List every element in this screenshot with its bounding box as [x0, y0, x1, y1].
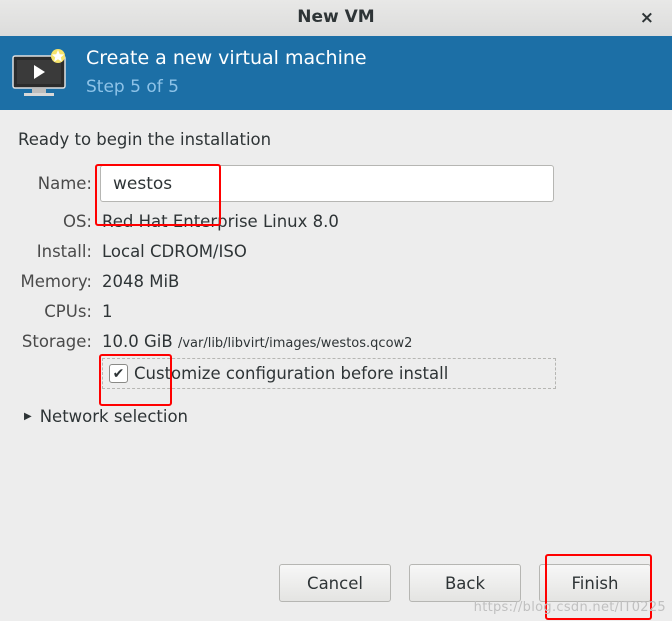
- cancel-button[interactable]: Cancel: [279, 564, 391, 602]
- summary-heading: Ready to begin the installation: [18, 130, 272, 149]
- cpus-label: CPUs:: [44, 302, 92, 321]
- cpus-value: 1: [102, 302, 113, 321]
- storage-path: /var/lib/libvirt/images/westos.qcow2: [177, 336, 413, 351]
- watermark: https://blog.csdn.net/IT0225: [473, 600, 666, 615]
- window-titlebar: New VM ×: [0, 0, 672, 37]
- banner-step: Step 5 of 5: [86, 77, 179, 97]
- storage-size: 10.0 GiB: [102, 332, 173, 351]
- name-field[interactable]: [100, 165, 554, 202]
- name-label: Name:: [37, 174, 92, 193]
- customize-checkbox[interactable]: ✔: [109, 364, 128, 383]
- checkmark-icon: ✔: [112, 365, 125, 382]
- customize-checkbox-row[interactable]: ✔ Customize configuration before install: [102, 358, 556, 389]
- back-button[interactable]: Back: [409, 564, 521, 602]
- close-icon[interactable]: ×: [640, 8, 654, 28]
- network-selection-label: Network selection: [39, 407, 189, 426]
- os-value: Red Hat Enterprise Linux 8.0: [102, 212, 339, 231]
- summary-panel: Ready to begin the installation Name: OS…: [0, 110, 672, 621]
- wizard-banner: Create a new virtual machine Step 5 of 5: [0, 36, 672, 110]
- install-label: Install:: [36, 242, 92, 261]
- os-label: OS:: [62, 212, 92, 231]
- window-title: New VM: [297, 7, 375, 27]
- install-value: Local CDROM/ISO: [102, 242, 247, 261]
- storage-label: Storage:: [21, 332, 92, 351]
- customize-label: Customize configuration before install: [134, 364, 449, 383]
- storage-value: 10.0 GiB /var/lib/libvirt/images/westos.…: [102, 332, 412, 351]
- expand-triangle-icon: ▶: [24, 411, 32, 422]
- memory-label: Memory:: [20, 272, 92, 291]
- virtual-machine-icon: [12, 49, 66, 96]
- banner-title: Create a new virtual machine: [86, 47, 367, 69]
- finish-button[interactable]: Finish: [539, 564, 651, 602]
- network-selection-expander[interactable]: ▶ Network selection: [24, 407, 188, 426]
- memory-value: 2048 MiB: [102, 272, 180, 291]
